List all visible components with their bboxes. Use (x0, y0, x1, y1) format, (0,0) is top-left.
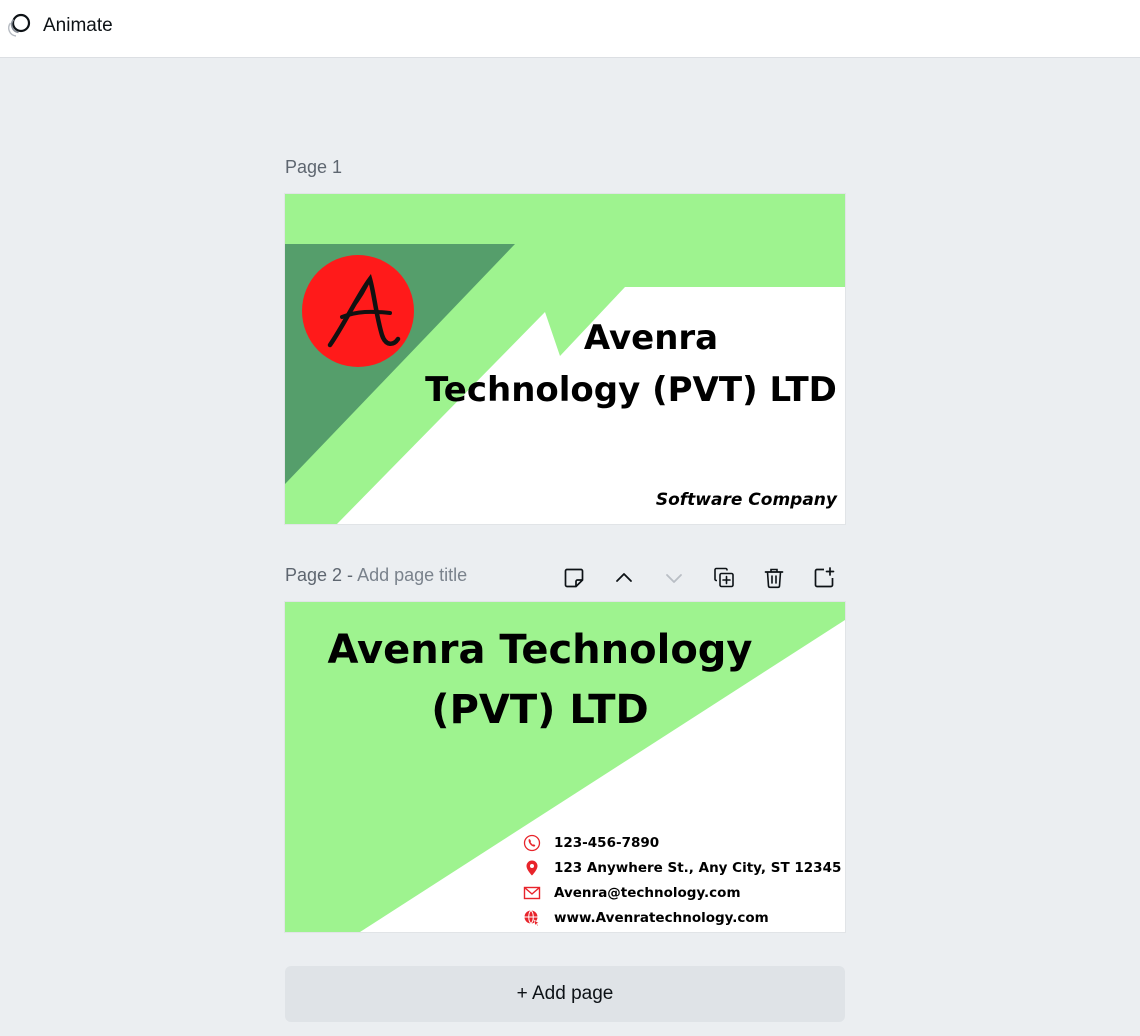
page-1-tagline: Software Company (655, 490, 837, 510)
duplicate-page-button[interactable] (708, 562, 740, 594)
contact-email: Avenra@technology.com (521, 880, 841, 905)
add-page-title-placeholder[interactable]: Add page title (357, 565, 467, 585)
contact-address: 123 Anywhere St., Any City, ST 12345 (521, 855, 841, 880)
move-page-up-button[interactable] (608, 562, 640, 594)
location-pin-icon (521, 857, 543, 879)
email-icon (521, 882, 543, 904)
add-page-after-icon (812, 566, 836, 590)
page-2-company-name: Avenra Technology (PVT) LTD (327, 627, 753, 733)
top-toolbar: Animate (0, 0, 1140, 58)
delete-page-button[interactable] (758, 562, 790, 594)
duplicate-page-icon (712, 566, 736, 590)
add-page-after-button[interactable] (808, 562, 840, 594)
move-page-down-button[interactable] (658, 562, 690, 594)
animate-button[interactable]: Animate (0, 8, 121, 44)
animate-label: Animate (43, 15, 113, 36)
page-1-label[interactable]: Page 1 (285, 157, 342, 178)
animate-icon (4, 11, 34, 41)
delete-page-icon (762, 566, 786, 590)
contact-website: www.Avenratechnology.com (521, 905, 841, 930)
move-up-icon (612, 566, 636, 590)
company-logo (302, 255, 414, 367)
phone-icon (521, 832, 543, 854)
page-1-canvas[interactable]: Avenra Technology (PVT) LTD Software Com… (285, 194, 845, 524)
page-1-company-name: Avenra Technology (PVT) LTD (425, 318, 837, 410)
add-note-button[interactable] (558, 562, 590, 594)
page-2-label[interactable]: Page 2 - Add page title (285, 565, 467, 586)
page-2-canvas[interactable]: Avenra Technology (PVT) LTD 123-456-7890… (285, 602, 845, 932)
page-2-toolbar (558, 562, 840, 594)
add-note-icon (562, 566, 586, 590)
move-down-icon (662, 566, 686, 590)
contact-list: 123-456-7890 123 Anywhere St., Any City,… (521, 830, 841, 930)
globe-icon (521, 907, 543, 929)
add-page-button[interactable]: + Add page (285, 966, 845, 1022)
contact-phone: 123-456-7890 (521, 830, 841, 855)
